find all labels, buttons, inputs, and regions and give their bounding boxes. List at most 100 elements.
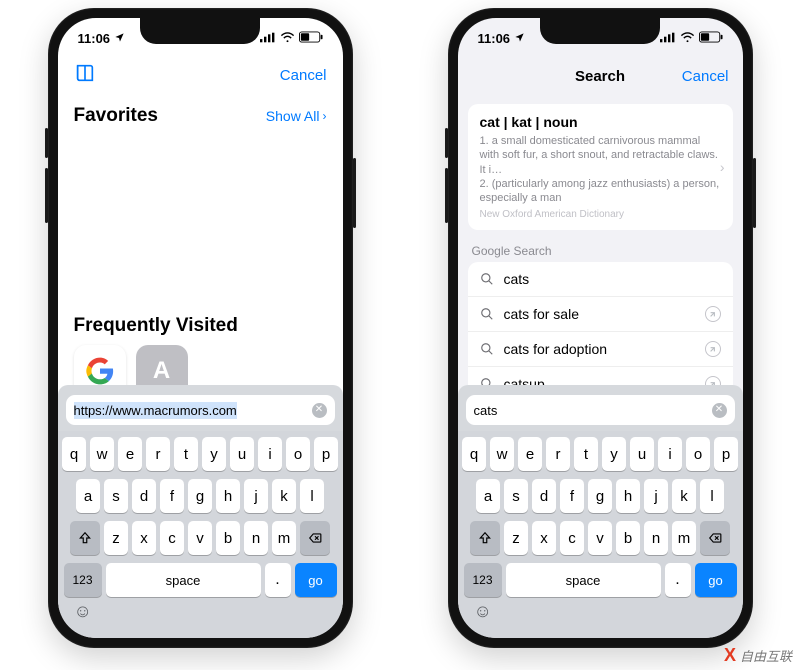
key-e[interactable]: e [118, 437, 142, 471]
suggestion-text: cats [504, 271, 530, 287]
key-y[interactable]: y [202, 437, 226, 471]
key-o[interactable]: o [686, 437, 710, 471]
key-r[interactable]: r [146, 437, 170, 471]
suggestion-item[interactable]: cats for sale [468, 297, 733, 332]
key-q[interactable]: q [462, 437, 486, 471]
key-d[interactable]: d [132, 479, 156, 513]
arrow-fill-icon[interactable] [705, 306, 721, 322]
key-s[interactable]: s [504, 479, 528, 513]
key-p[interactable]: p [714, 437, 738, 471]
suggestion-text: cats for sale [504, 306, 579, 322]
backspace-key[interactable] [700, 521, 730, 555]
space-key[interactable]: space [506, 563, 661, 597]
key-u[interactable]: u [230, 437, 254, 471]
dictionary-card[interactable]: cat | kat | noun 1. a small domesticated… [468, 104, 733, 230]
location-arrow-icon [114, 31, 125, 46]
address-bar-wrap: https://www.macrumors.com ✕ [58, 385, 343, 431]
suggestion-text: cats for adoption [504, 341, 608, 357]
key-t[interactable]: t [174, 437, 198, 471]
key-d[interactable]: d [532, 479, 556, 513]
key-o[interactable]: o [286, 437, 310, 471]
key-h[interactable]: h [616, 479, 640, 513]
key-h[interactable]: h [216, 479, 240, 513]
key-q[interactable]: q [62, 437, 86, 471]
go-key[interactable]: go [295, 563, 337, 597]
key-c[interactable]: c [160, 521, 184, 555]
cellular-icon [660, 31, 676, 46]
key-k[interactable]: k [272, 479, 296, 513]
clear-text-icon[interactable]: ✕ [712, 403, 727, 418]
shift-key[interactable] [470, 521, 500, 555]
num-key[interactable]: 123 [64, 563, 102, 597]
key-j[interactable]: j [244, 479, 268, 513]
key-x[interactable]: x [132, 521, 156, 555]
key-t[interactable]: t [574, 437, 598, 471]
favorites-area [58, 129, 343, 309]
dot-key[interactable]: . [665, 563, 691, 597]
cancel-button[interactable]: Cancel [682, 68, 729, 85]
key-a[interactable]: a [76, 479, 100, 513]
suggestion-item[interactable]: cats for adoption [468, 332, 733, 367]
search-bar[interactable]: cats ✕ [466, 395, 735, 425]
key-g[interactable]: g [588, 479, 612, 513]
key-f[interactable]: f [160, 479, 184, 513]
space-key[interactable]: space [106, 563, 261, 597]
backspace-key[interactable] [300, 521, 330, 555]
key-w[interactable]: w [490, 437, 514, 471]
google-search-label: Google Search [472, 244, 729, 258]
emoji-icon[interactable]: ☺ [74, 601, 92, 622]
key-x[interactable]: x [532, 521, 556, 555]
key-p[interactable]: p [314, 437, 338, 471]
clear-text-icon[interactable]: ✕ [312, 403, 327, 418]
key-b[interactable]: b [216, 521, 240, 555]
bookmarks-icon[interactable] [74, 62, 96, 89]
key-i[interactable]: i [658, 437, 682, 471]
go-key[interactable]: go [695, 563, 737, 597]
keyboard-zone-right: cats ✕ qwertyuiop asdfghjkl zxcvbnm 123 … [458, 385, 743, 638]
suggestion-item[interactable]: cats [468, 262, 733, 297]
key-l[interactable]: l [300, 479, 324, 513]
show-all-button[interactable]: Show All › [266, 108, 327, 124]
cellular-icon [260, 31, 276, 46]
cancel-button[interactable]: Cancel [280, 67, 327, 84]
search-icon [480, 272, 494, 286]
key-y[interactable]: y [602, 437, 626, 471]
clock-label: 11:06 [478, 31, 511, 46]
key-r[interactable]: r [546, 437, 570, 471]
emoji-icon[interactable]: ☺ [474, 601, 492, 622]
key-a[interactable]: a [476, 479, 500, 513]
keyboard: qwertyuiop asdfghjkl zxcvbnm 123 space .… [58, 431, 343, 638]
key-f[interactable]: f [560, 479, 584, 513]
shift-key[interactable] [70, 521, 100, 555]
num-key[interactable]: 123 [464, 563, 502, 597]
key-j[interactable]: j [644, 479, 668, 513]
key-e[interactable]: e [518, 437, 542, 471]
key-m[interactable]: m [672, 521, 696, 555]
search-bar-wrap: cats ✕ [458, 385, 743, 431]
key-z[interactable]: z [104, 521, 128, 555]
key-c[interactable]: c [560, 521, 584, 555]
key-u[interactable]: u [630, 437, 654, 471]
key-v[interactable]: v [588, 521, 612, 555]
key-v[interactable]: v [188, 521, 212, 555]
wifi-icon [280, 31, 295, 46]
address-bar[interactable]: https://www.macrumors.com ✕ [66, 395, 335, 425]
clock-label: 11:06 [78, 31, 111, 46]
key-n[interactable]: n [644, 521, 668, 555]
battery-icon [699, 31, 723, 46]
key-b[interactable]: b [616, 521, 640, 555]
key-i[interactable]: i [258, 437, 282, 471]
key-z[interactable]: z [504, 521, 528, 555]
key-w[interactable]: w [90, 437, 114, 471]
key-l[interactable]: l [700, 479, 724, 513]
key-m[interactable]: m [272, 521, 296, 555]
keyboard: qwertyuiop asdfghjkl zxcvbnm 123 space .… [458, 431, 743, 638]
key-n[interactable]: n [244, 521, 268, 555]
key-s[interactable]: s [104, 479, 128, 513]
key-g[interactable]: g [188, 479, 212, 513]
arrow-fill-icon[interactable] [705, 341, 721, 357]
dot-key[interactable]: . [265, 563, 291, 597]
address-text: https://www.macrumors.com [74, 402, 237, 419]
battery-icon [299, 31, 323, 46]
key-k[interactable]: k [672, 479, 696, 513]
